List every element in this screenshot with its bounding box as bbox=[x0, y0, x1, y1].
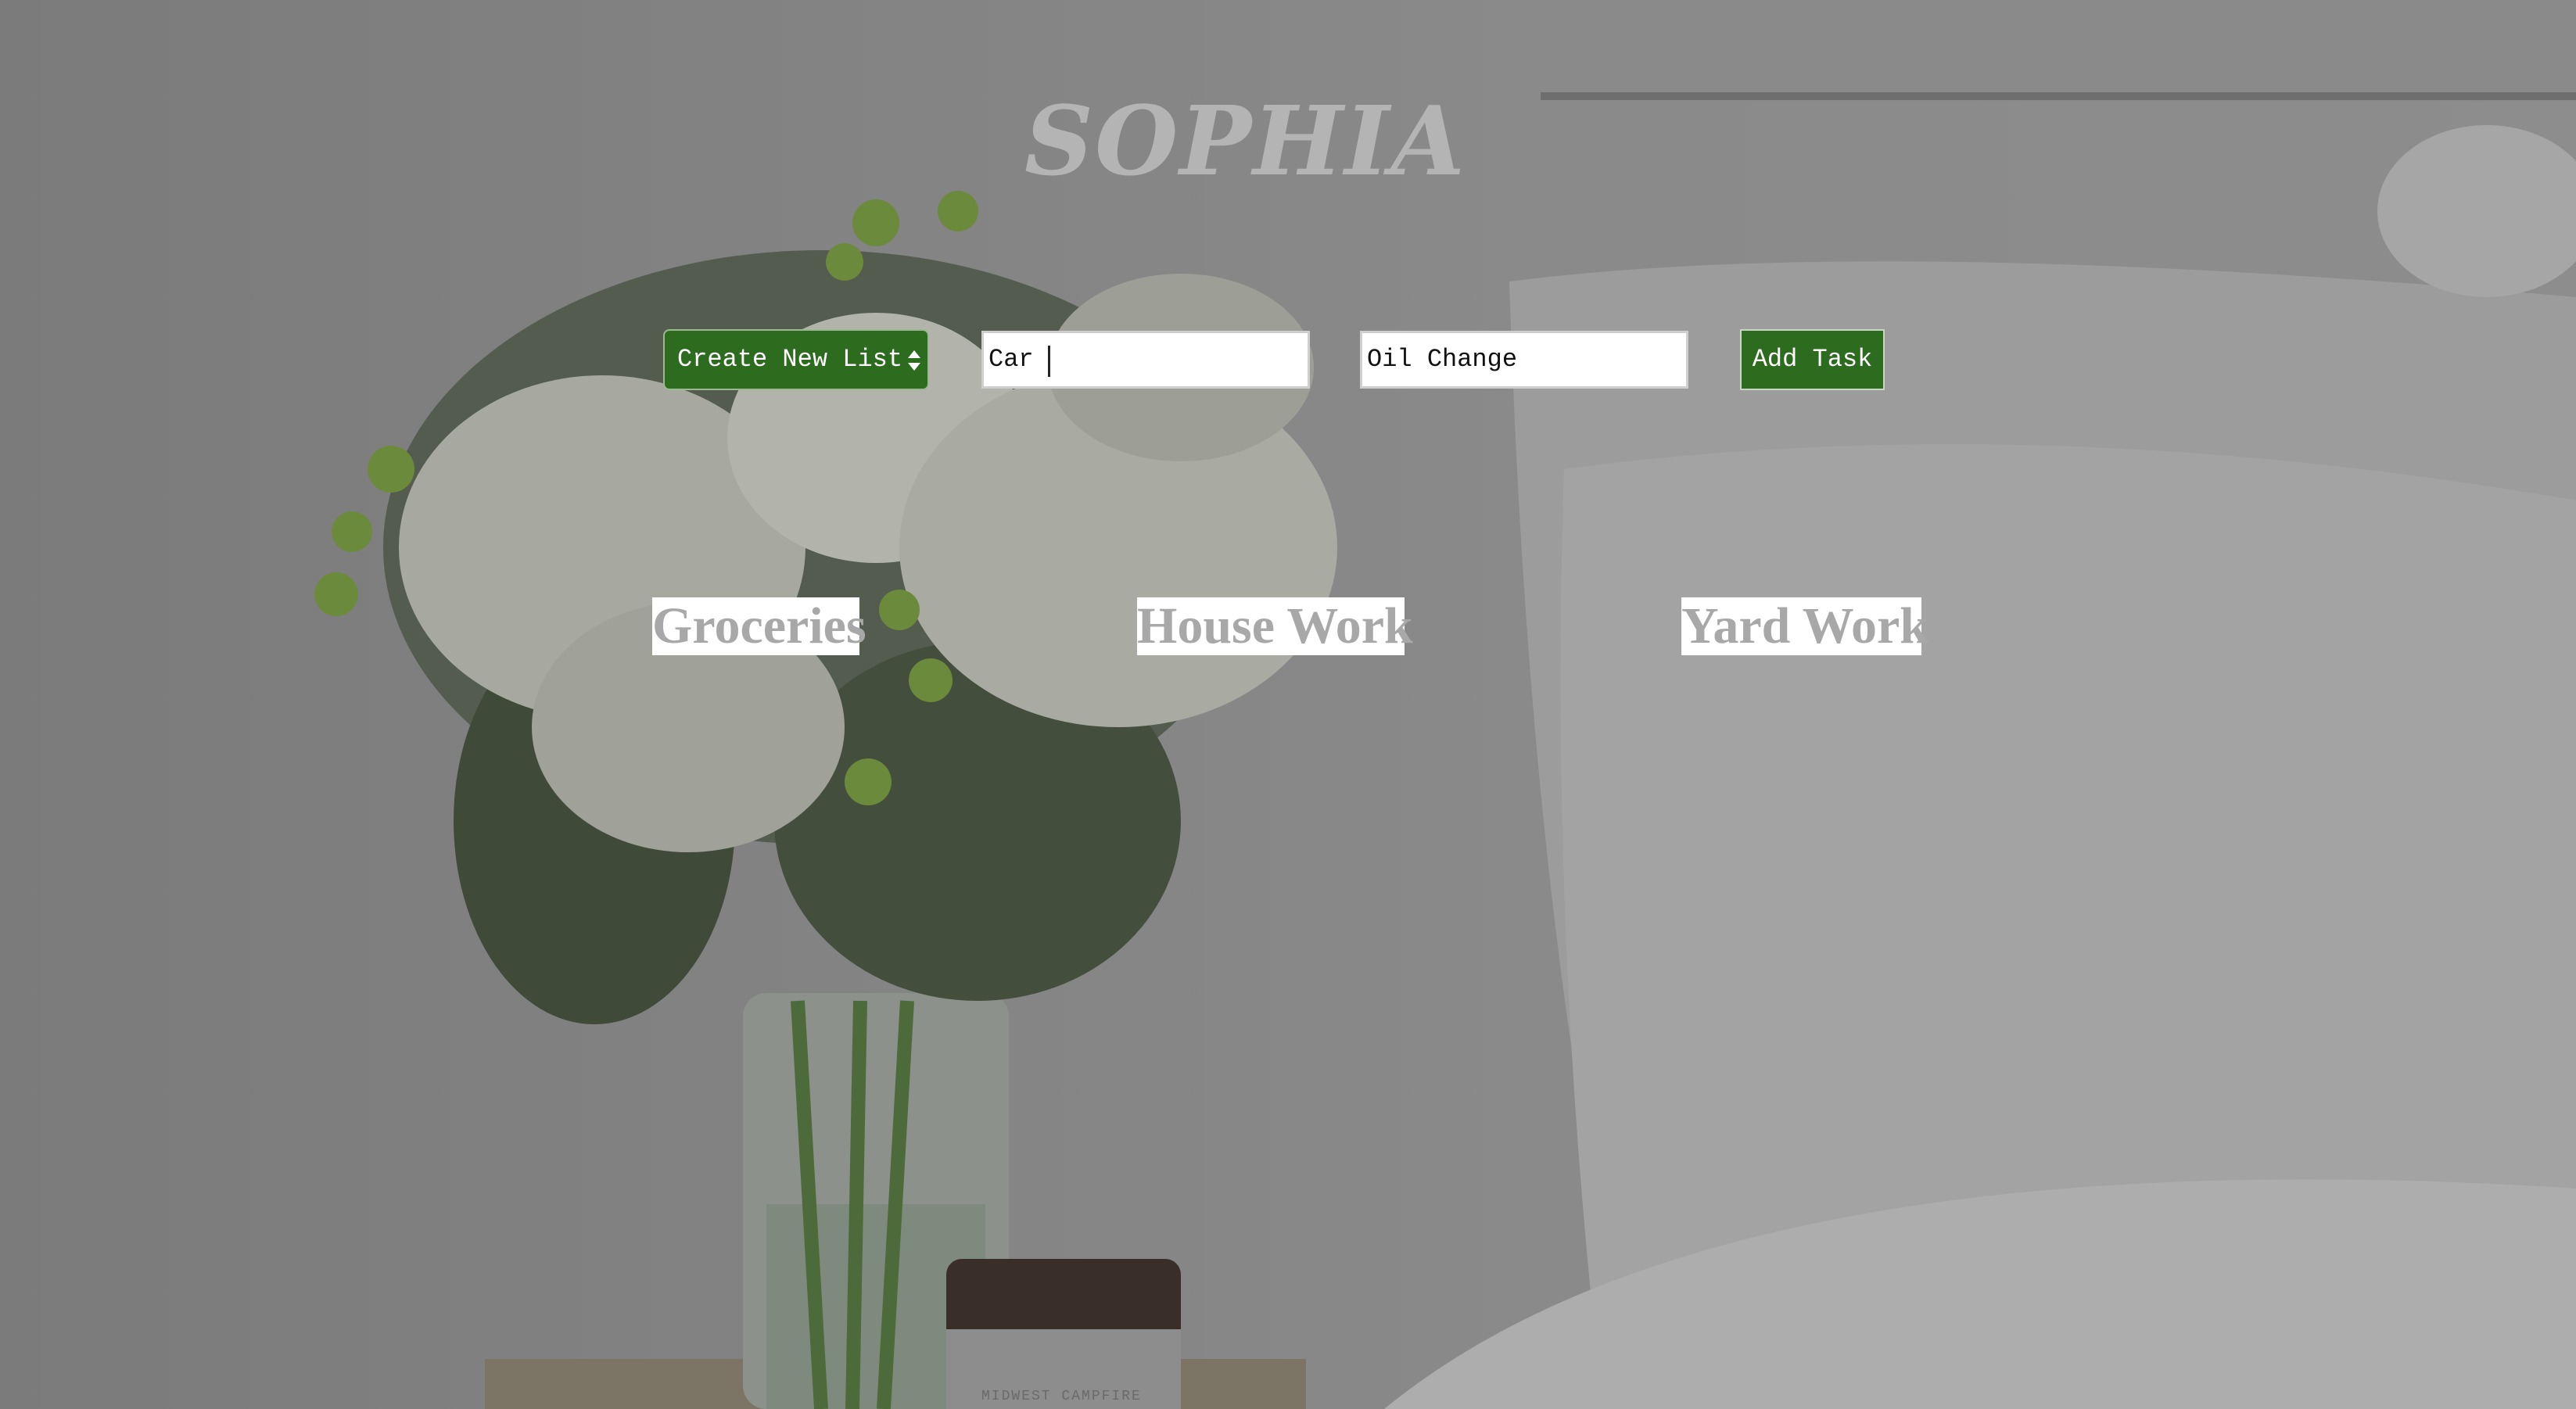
task-input-value: Oil Change bbox=[1367, 345, 1518, 374]
list-name-input[interactable]: Car bbox=[981, 331, 1310, 389]
task-input[interactable]: Oil Change bbox=[1360, 331, 1688, 389]
list-heading-house-work[interactable]: House Work bbox=[1137, 597, 1413, 655]
list-heading-groceries[interactable]: Groceries bbox=[652, 597, 866, 655]
background-photo bbox=[0, 0, 2576, 1409]
jar-label-text: MIDWEST CAMPFIRE bbox=[981, 1389, 1142, 1404]
list-select[interactable]: Create New List bbox=[663, 329, 929, 390]
app-title: SOPHIA bbox=[1024, 84, 1467, 197]
background-illustration bbox=[314, 0, 2576, 1409]
add-task-button[interactable]: Add Task bbox=[1740, 329, 1885, 390]
list-heading-yard-work[interactable]: Yard Work bbox=[1681, 597, 1928, 655]
text-caret bbox=[1048, 346, 1050, 377]
list-name-input-value: Car bbox=[988, 345, 1034, 374]
select-arrows-icon bbox=[908, 350, 920, 371]
list-select-value: Create New List bbox=[677, 345, 903, 374]
